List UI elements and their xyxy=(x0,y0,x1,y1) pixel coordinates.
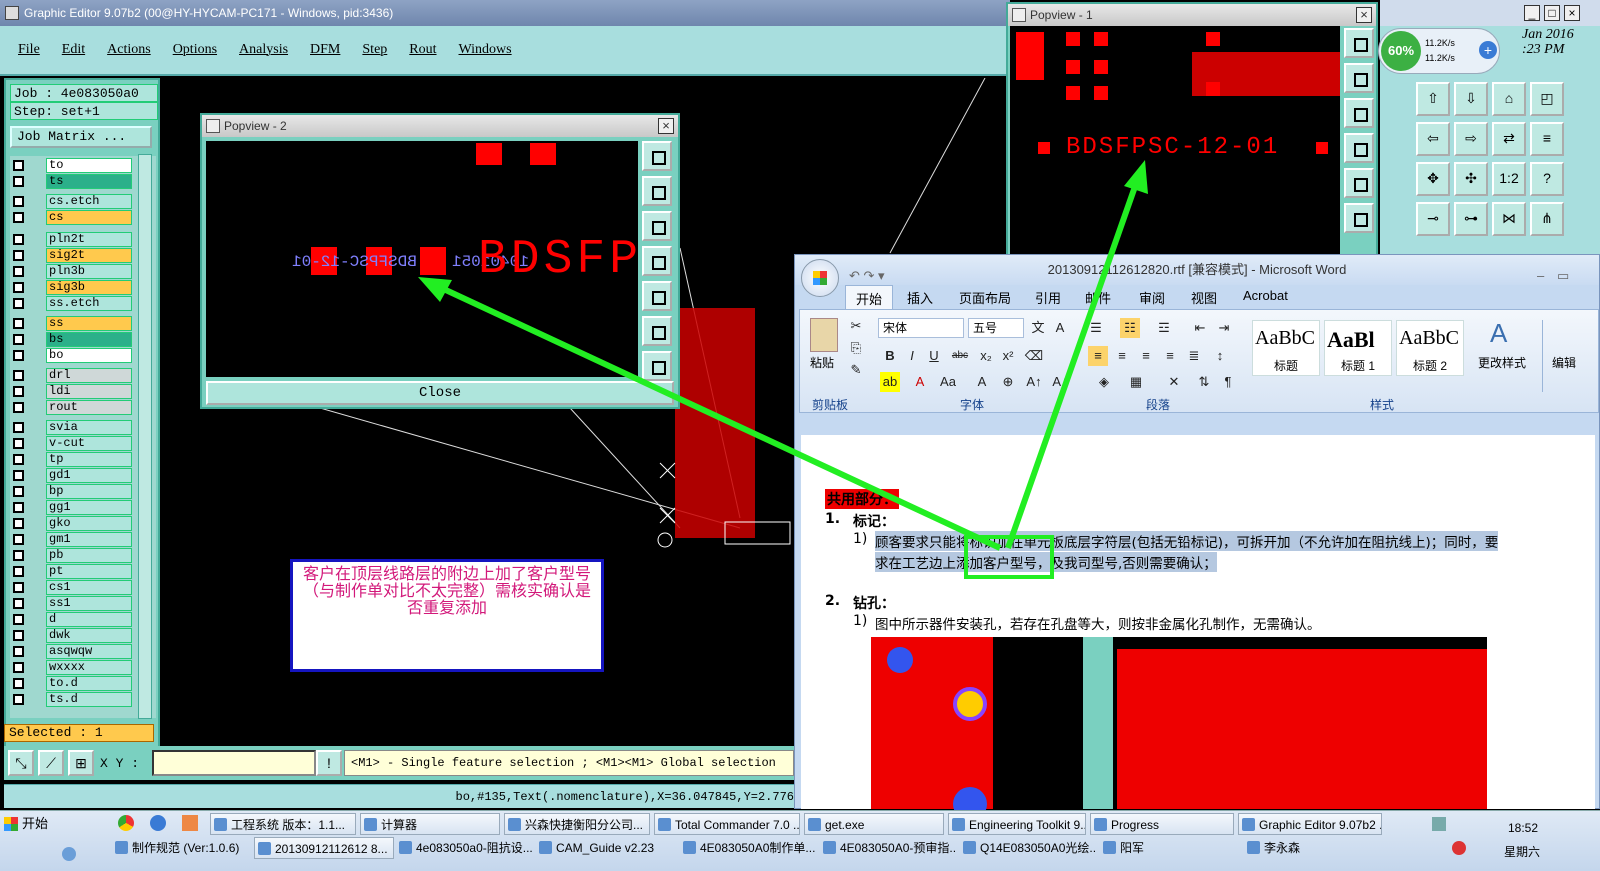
taskbar-item-spec[interactable]: 制作规范 (Ver:1.0.6) xyxy=(112,837,252,859)
clock-time[interactable]: 18:52 xyxy=(1508,821,1538,835)
app-icon xyxy=(808,818,821,831)
chat-icon xyxy=(1103,841,1116,854)
word-icon xyxy=(258,842,271,855)
clock-day: 星期六 xyxy=(1504,845,1541,859)
app-icon xyxy=(1094,818,1107,831)
taskbar-item-engineering-toolkit[interactable]: Engineering Toolkit 9.... xyxy=(948,813,1086,835)
taskbar-item-label: Graphic Editor 9.07b2 ... xyxy=(1259,818,1382,832)
taskbar-item-label: 制作规范 (Ver:1.0.6) xyxy=(132,841,240,855)
browser-icon xyxy=(508,818,521,831)
browser-icon[interactable] xyxy=(150,815,166,831)
chat-icon xyxy=(1247,841,1260,854)
app-icon xyxy=(539,841,552,854)
taskbar: 开始 工程系统 版本：1.1... 计算器 兴森快捷衡阳分公司... Total… xyxy=(0,810,1600,871)
calculator-icon xyxy=(364,818,377,831)
word-icon xyxy=(399,841,412,854)
annotation-arrow-up xyxy=(1005,177,1141,549)
app-icon xyxy=(952,818,965,831)
taskbar-item-get-exe[interactable]: get.exe xyxy=(804,813,944,835)
annotation-overlay xyxy=(418,160,1148,579)
taskbar-item-label: 李永森 xyxy=(1264,841,1301,855)
taskbar-item-liyongsen[interactable]: 李永森 xyxy=(1244,837,1364,859)
tool-icon[interactable] xyxy=(182,815,198,831)
taskbar-item-label: 4E083050A0制作单... xyxy=(700,841,816,855)
taskbar-item-graphic-editor[interactable]: Graphic Editor 9.07b2 ... xyxy=(1238,813,1382,835)
taskbar-item-cam-guide[interactable]: CAM_Guide v2.23 xyxy=(536,837,676,859)
app-icon xyxy=(62,847,76,861)
taskbar-item-precheck[interactable]: 4E083050A0-预审指... xyxy=(820,837,956,859)
taskbar-item-yangjun[interactable]: 阳军 xyxy=(1100,837,1220,859)
taskbar-item-label: 阳军 xyxy=(1120,841,1145,855)
tray-icon[interactable] xyxy=(1452,841,1466,855)
taskbar-item-label: Total Commander 7.0 ... xyxy=(675,818,800,832)
taskbar-item-calculator[interactable]: 计算器 xyxy=(360,813,500,835)
taskbar-item-engineering-system[interactable]: 工程系统 版本：1.1... xyxy=(210,813,356,835)
app-icon xyxy=(115,841,128,854)
taskbar-item-label: CAM_Guide v2.23 xyxy=(556,841,655,855)
taskbar-item-label: 兴森快捷衡阳分公司... xyxy=(525,818,644,832)
taskbar-item-label: Engineering Toolkit 9.... xyxy=(969,818,1086,832)
annotation-arrowhead-up xyxy=(1124,160,1148,194)
app-icon xyxy=(823,841,836,854)
app-icon xyxy=(214,818,227,831)
tray-icon[interactable] xyxy=(1432,817,1446,831)
taskbar-item-word-doc[interactable]: 20130912112612 8... xyxy=(254,837,394,859)
taskbar-item-work-order[interactable]: 4E083050A0制作单... xyxy=(680,837,816,859)
app-icon xyxy=(1242,818,1255,831)
taskbar-item-label: 4e083050a0-阻抗设... xyxy=(416,841,532,855)
taskbar-item-xingsen[interactable]: 兴森快捷衡阳分公司... xyxy=(504,813,650,835)
taskbar-item-label: Q14E083050A0光绘... xyxy=(980,841,1096,855)
taskbar-item-label: Progress xyxy=(1111,818,1160,832)
app-icon xyxy=(683,841,696,854)
taskbar-item-impedance[interactable]: 4e083050a0-阻抗设... xyxy=(396,837,532,859)
taskbar-item-label: 20130912112612 8... xyxy=(275,842,388,856)
start-button[interactable]: 开始 xyxy=(2,813,48,835)
taskbar-item-label: 工程系统 版本：1.1... xyxy=(231,818,346,832)
disk-icon xyxy=(658,818,671,831)
taskbar-item-progress[interactable]: Progress xyxy=(1090,813,1234,835)
taskbar-item-label: 计算器 xyxy=(381,818,418,832)
taskbar-item-label: 4E083050A0-预审指... xyxy=(840,841,956,855)
taskbar-item-label: get.exe xyxy=(825,818,865,832)
taskbar-item-photoplot[interactable]: Q14E083050A0光绘... xyxy=(960,837,1096,859)
app-icon xyxy=(963,841,976,854)
taskbar-item-total-commander[interactable]: Total Commander 7.0 ... xyxy=(654,813,800,835)
chrome-icon[interactable] xyxy=(118,815,134,831)
annotation-note: 客户在顶层线路层的附边上加了客户型号（与制作单对比不太完整）需核实确认是否重复添… xyxy=(290,559,604,672)
annotation-arrow-left xyxy=(433,282,1002,551)
